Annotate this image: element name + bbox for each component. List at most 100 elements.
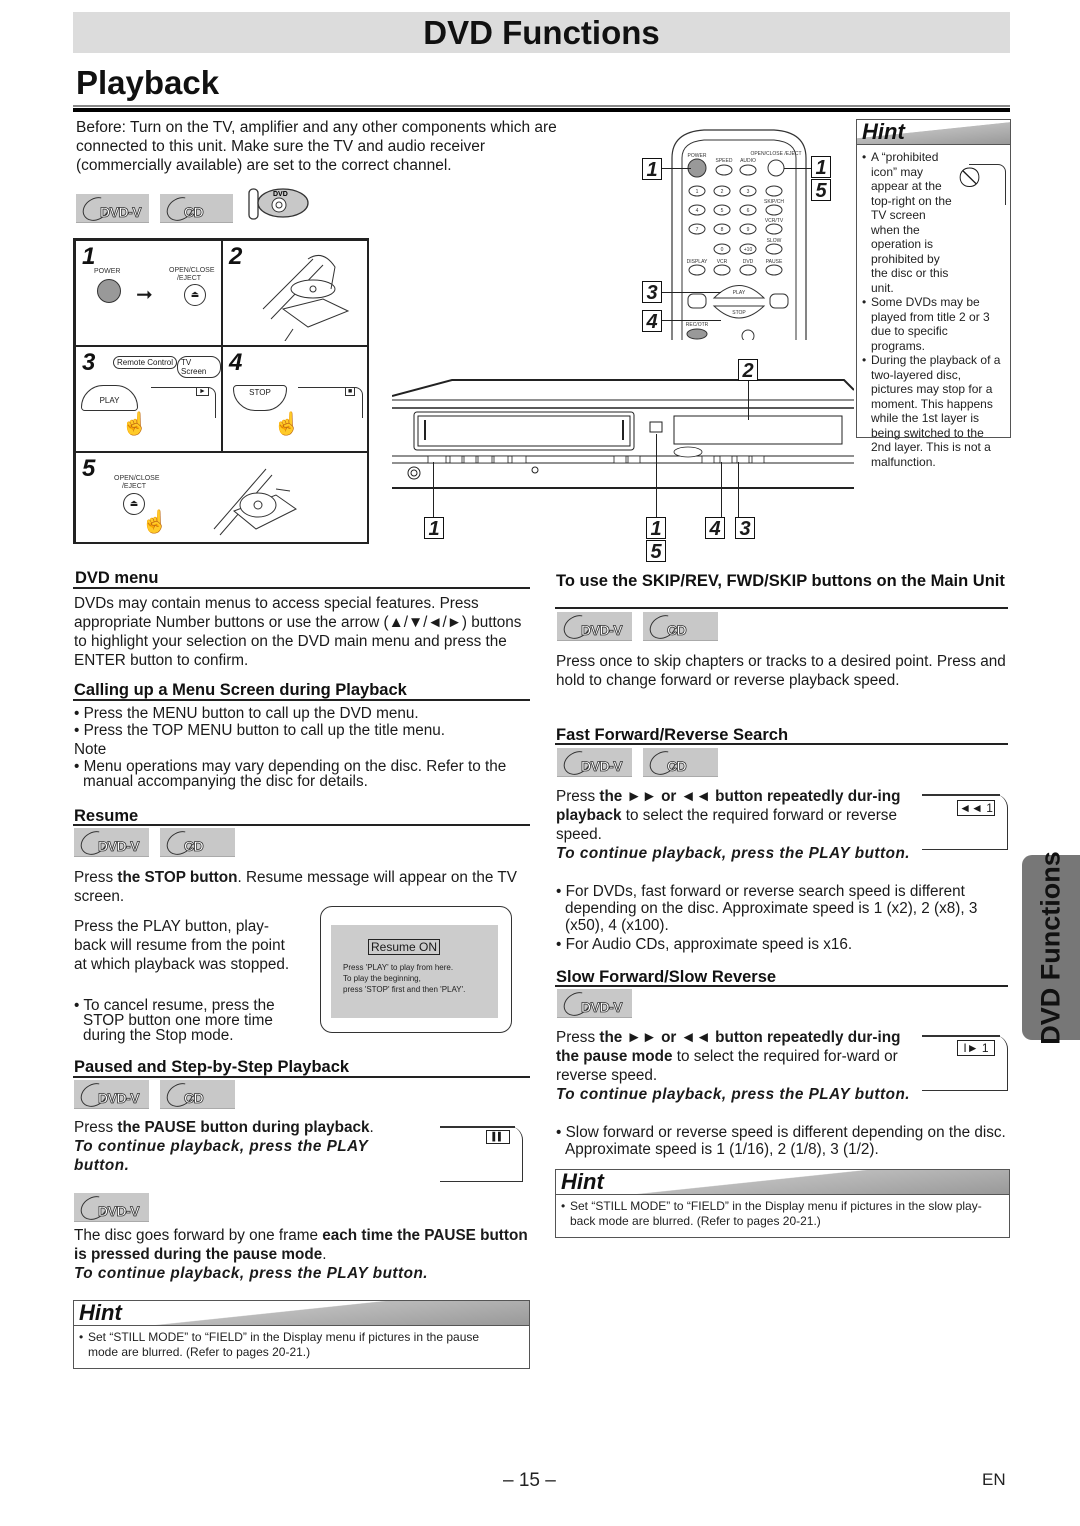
step-1: 1 POWER ➞ OPEN/CLOSE /EJECT ⏏ xyxy=(75,240,222,346)
cd-badge: CD xyxy=(160,1078,235,1112)
svg-text:VCR: VCR xyxy=(717,259,728,265)
svg-text:3: 3 xyxy=(747,189,750,195)
step-2: 2 xyxy=(222,240,369,346)
resume-on-label: Resume ON xyxy=(368,939,441,955)
note-label: Note xyxy=(74,741,107,758)
intro-text: Before: Turn on the TV, amplifier and an… xyxy=(76,119,557,174)
tv-corner xyxy=(151,387,216,418)
callout-play: 3 xyxy=(735,517,755,540)
hand-icon: ☝ xyxy=(141,509,169,534)
continue-instruction: To continue playback, press the PLAY but… xyxy=(74,1138,368,1174)
dvd-v-badge: DVD-V xyxy=(74,1078,149,1112)
heading-paused: Paused and Step-by-Step Playback xyxy=(74,1058,350,1076)
hand-icon: ☝ xyxy=(273,411,301,436)
slow-text: Press the ►► or ◄◄ button repeatedly dur… xyxy=(556,1029,901,1084)
heading-skip: To use the SKIP/REV, FWD/SKIP buttons on… xyxy=(556,572,1005,590)
hint-item: Set “STILL MODE” to “FIELD” in the Displ… xyxy=(79,1330,489,1359)
dvd-v-badge: DVD-V xyxy=(76,192,149,226)
slow-speed-osd: I► 1 xyxy=(957,1040,995,1056)
svg-text:STOP: STOP xyxy=(732,310,746,316)
svg-text:9: 9 xyxy=(747,227,750,233)
step-3: 3 Remote Control TV Screen PLAY ► ☝ xyxy=(75,346,222,452)
tv-corner xyxy=(440,1126,523,1182)
cd-badge: CD xyxy=(160,192,233,226)
svg-text:7: 7 xyxy=(696,227,699,233)
bullet: • Press the TOP MENU button to call up t… xyxy=(74,722,445,739)
dvd-v-badge: DVD-V xyxy=(74,1191,149,1225)
callout-line xyxy=(721,462,723,518)
svg-text:SKIP/CH: SKIP/CH xyxy=(764,199,784,205)
hint-box-prohibited: Hint A “prohibited icon” may appear at t… xyxy=(856,119,1011,469)
step-5: 5 OPEN/CLOSE /EJECT ⏏ ☝ xyxy=(75,452,369,544)
bullet: • Press the MENU button to call up the D… xyxy=(74,705,419,722)
tv-corner xyxy=(969,164,1006,205)
dvd-vcr-unit xyxy=(391,379,855,489)
svg-text:VCR/TV: VCR/TV xyxy=(765,218,784,224)
note-bullet: • Menu operations may vary depending on … xyxy=(74,758,507,790)
fast-text: Press the ►► or ◄◄ button repeatedly dur… xyxy=(556,788,901,843)
svg-text:DVD: DVD xyxy=(743,259,754,265)
continue-instruction: To continue playback, press the PLAY but… xyxy=(556,845,911,862)
callout-stop: 4 xyxy=(705,517,725,540)
hint-item: Set “STILL MODE” to “FIELD” in the Displ… xyxy=(561,1199,1003,1228)
callout-line xyxy=(656,434,658,518)
resume-text: Press the STOP button. Resume message wi… xyxy=(74,869,517,905)
svg-text:4: 4 xyxy=(696,208,699,214)
svg-text:SPEED: SPEED xyxy=(716,158,733,164)
disc-tray-icon xyxy=(262,254,350,341)
hint-item: During the playback of a two-layered dis… xyxy=(862,353,1004,469)
resume-osd-lines: Press 'PLAY' to play from here. To play … xyxy=(343,963,466,994)
page-number: – 15 – xyxy=(503,1470,556,1491)
callout-tray: 2 xyxy=(738,359,758,382)
svg-text:6: 6 xyxy=(747,208,750,214)
svg-text:OPEN/CLOSE /EJECT: OPEN/CLOSE /EJECT xyxy=(750,151,801,157)
callout-line xyxy=(748,380,750,420)
callout-eject: 5 xyxy=(646,540,666,563)
bullet: • For Audio CDs, approximate speed is x1… xyxy=(556,936,853,953)
hint-title: Hint xyxy=(862,120,905,144)
bullet: • For DVDs, fast forward or reverse sear… xyxy=(556,883,978,934)
cd-badge: CD xyxy=(160,826,235,860)
disc-eject-tray-icon xyxy=(213,468,297,536)
hint-box-pause: Hint Set “STILL MODE” to “FIELD” in the … xyxy=(73,1300,530,1369)
callout-line xyxy=(738,462,740,518)
eject-icon: ⏏ xyxy=(184,284,206,306)
pause-text: Press the PAUSE button during playback. xyxy=(74,1119,374,1136)
svg-text:8: 8 xyxy=(721,227,724,233)
section-side-tab: DVD Functions xyxy=(1022,851,1080,1044)
cd-badge: CD xyxy=(643,610,718,644)
callout-eject: 1 xyxy=(646,517,666,540)
dvd-v-badge: DVD-V xyxy=(557,987,632,1021)
callout-line xyxy=(661,168,691,170)
step-text: The disc goes forward by one frame each … xyxy=(74,1227,528,1263)
callout-line xyxy=(661,292,721,294)
heading-dvd-menu: DVD menu xyxy=(75,569,159,587)
title-rule-thin xyxy=(73,105,1010,107)
pause-osd-icon: ▌▌ xyxy=(486,1130,510,1144)
language-label: EN xyxy=(982,1470,1006,1489)
title-rule-thick xyxy=(73,108,1010,112)
dvd-v-badge: DVD-V xyxy=(557,746,632,780)
step-4: 4 STOP ■ ☝ xyxy=(222,346,369,452)
bullet: • Slow forward or reverse speed is diffe… xyxy=(556,1124,1006,1158)
callout-eject: 5 xyxy=(811,179,831,202)
continue-instruction: To continue playback, press the PLAY but… xyxy=(556,1086,911,1103)
hint-title: Hint xyxy=(561,1170,604,1194)
hint-box-slow: Hint Set “STILL MODE” to “FIELD” in the … xyxy=(555,1169,1010,1238)
callout-power: 1 xyxy=(424,517,444,540)
tv-screen: Resume ON Press 'PLAY' to play from here… xyxy=(320,906,512,1033)
page-title: Playback xyxy=(76,64,220,101)
reverse-speed-osd: ◄◄ 1 xyxy=(957,800,995,816)
remote-disc-icon: DVD xyxy=(247,187,311,221)
svg-text:PAUSE: PAUSE xyxy=(766,259,783,265)
dvd-v-badge: DVD-V xyxy=(74,826,149,860)
callout-line xyxy=(661,320,721,322)
svg-text:PLAY: PLAY xyxy=(733,290,746,296)
remote-body: POWER SPEED AUDIO OPEN/CLOSE /EJECT SKIP… xyxy=(671,129,807,343)
svg-text:SLOW: SLOW xyxy=(767,238,782,244)
callout-play: 3 xyxy=(642,281,662,304)
callout-power: 1 xyxy=(642,158,662,181)
callout-stop: 4 xyxy=(642,310,662,333)
hand-icon: ☝ xyxy=(121,411,149,436)
dvd-v-badge: DVD-V xyxy=(557,610,632,644)
